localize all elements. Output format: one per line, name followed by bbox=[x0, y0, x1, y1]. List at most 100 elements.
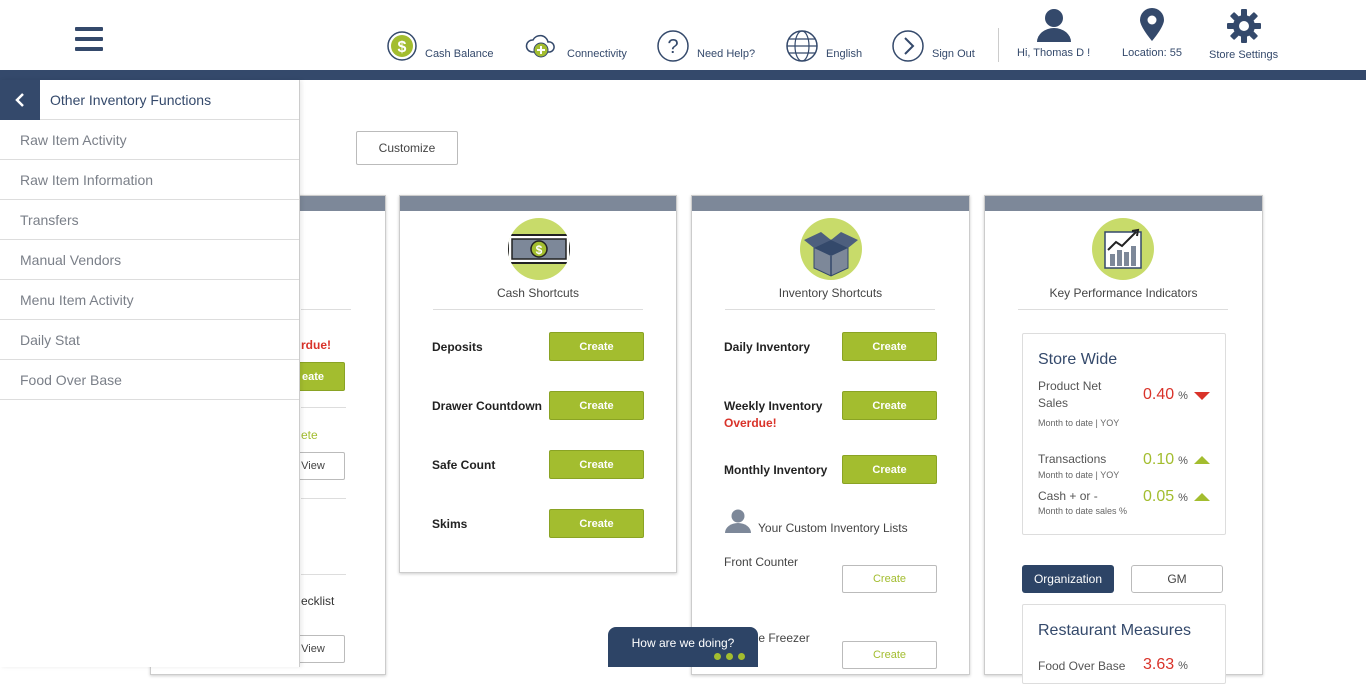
freezer-create-button[interactable]: Create bbox=[842, 641, 937, 669]
feedback-dots-icon bbox=[714, 653, 745, 660]
transactions-sub: Month to date | YOY bbox=[1038, 470, 1120, 480]
store-settings-label: Store Settings bbox=[1209, 49, 1279, 61]
deposits-label: Deposits bbox=[432, 340, 483, 354]
percent-unit: % bbox=[1178, 492, 1188, 504]
location-link[interactable]: Location: 55 bbox=[1122, 8, 1182, 59]
user-icon bbox=[725, 509, 751, 533]
cash-bill-icon: $ bbox=[508, 218, 570, 280]
gm-toggle[interactable]: GM bbox=[1131, 565, 1223, 593]
sign-out-label: Sign Out bbox=[932, 48, 975, 60]
card-separator bbox=[301, 498, 346, 499]
front-counter-create-button[interactable]: Create bbox=[842, 565, 937, 593]
cash-balance-label: Cash Balance bbox=[425, 48, 494, 60]
cash-balance-link[interactable]: $ Cash Balance bbox=[386, 29, 494, 63]
safe-count-create-button[interactable]: Create bbox=[549, 450, 644, 479]
connectivity-link[interactable]: Connectivity bbox=[524, 29, 627, 63]
front-counter-label: Front Counter bbox=[724, 555, 799, 569]
sidebar-item-manual-vendors[interactable]: Manual Vendors bbox=[0, 240, 299, 280]
restaurant-measures-title: Restaurant Measures bbox=[1038, 622, 1191, 639]
sidebar-item-daily-stat[interactable]: Daily Stat bbox=[0, 320, 299, 360]
sidebar-header: Other Inventory Functions bbox=[0, 79, 299, 120]
freezer-label: ide Freezer bbox=[749, 631, 810, 645]
skims-label: Skims bbox=[432, 517, 468, 531]
partial-overdue-text: rdue! bbox=[301, 338, 331, 352]
globe-icon bbox=[786, 30, 818, 62]
monthly-inventory-create-button[interactable]: Create bbox=[842, 455, 937, 484]
feedback-tab[interactable]: How are we doing? bbox=[608, 627, 758, 667]
product-net-sales-sub: Month to date | YOY bbox=[1038, 418, 1120, 428]
store-wide-title: Store Wide bbox=[1038, 351, 1118, 368]
cash-shortcuts-card: $ Cash Shortcuts Deposits Create Drawer … bbox=[399, 195, 677, 573]
sign-out-link[interactable]: Sign Out bbox=[891, 29, 975, 63]
card-cap bbox=[985, 196, 1262, 211]
partial-view-label-2: View bbox=[301, 643, 325, 655]
cash-shortcuts-title: Cash Shortcuts bbox=[496, 286, 580, 300]
restaurant-measures-panel: Restaurant Measures Food Over Base 3.63% bbox=[1022, 604, 1226, 684]
location-label: Location: 55 bbox=[1122, 47, 1182, 59]
card-separator bbox=[725, 309, 935, 310]
weekly-inventory-create-button[interactable]: Create bbox=[842, 391, 937, 420]
svg-text:?: ? bbox=[667, 36, 678, 58]
custom-lists-label: Your Custom Inventory Lists bbox=[758, 521, 908, 535]
cloud-icon bbox=[525, 34, 555, 58]
need-help-label: Need Help? bbox=[697, 48, 756, 60]
user-icon bbox=[1036, 9, 1071, 42]
product-net-sales-label: Product Net Sales bbox=[1038, 379, 1102, 410]
drawer-countdown-create-button[interactable]: Create bbox=[549, 391, 644, 420]
map-pin-icon bbox=[1139, 8, 1164, 41]
transactions-number: 0.10 bbox=[1143, 451, 1175, 468]
hamburger-menu-icon[interactable] bbox=[75, 27, 103, 53]
trend-down-icon bbox=[1194, 392, 1210, 400]
header-accent-bar bbox=[0, 70, 1366, 80]
sidebar-back-button[interactable] bbox=[0, 79, 40, 120]
sidebar-item-raw-item-information[interactable]: Raw Item Information bbox=[0, 160, 299, 200]
cash-plus-minus-value: 0.05% bbox=[1143, 488, 1188, 506]
organization-toggle[interactable]: Organization bbox=[1022, 565, 1114, 593]
daily-inventory-label: Daily Inventory bbox=[724, 340, 811, 354]
card-cap bbox=[400, 196, 676, 211]
card-cap bbox=[692, 196, 969, 211]
sidebar-item-food-over-base[interactable]: Food Over Base bbox=[0, 360, 299, 400]
card-separator bbox=[301, 407, 346, 408]
trend-up-icon bbox=[1194, 493, 1210, 501]
inventory-shortcuts-title: Inventory Shortcuts bbox=[778, 286, 883, 300]
cash-plus-minus-label: Cash + or - bbox=[1038, 489, 1098, 503]
drawer-countdown-label: Drawer Countdown bbox=[432, 399, 542, 413]
chart-trend-icon bbox=[1092, 218, 1154, 280]
sidebar-item-transfers[interactable]: Transfers bbox=[0, 200, 299, 240]
card-separator bbox=[301, 574, 346, 575]
food-over-base-number: 3.63 bbox=[1143, 656, 1175, 673]
sidebar-item-menu-item-activity[interactable]: Menu Item Activity bbox=[0, 280, 299, 320]
kpi-title: Key Performance Indicators bbox=[1049, 286, 1198, 300]
partial-view-label: View bbox=[301, 460, 325, 472]
food-over-base-value: 3.63% bbox=[1143, 656, 1188, 674]
chevron-right-circle-icon bbox=[892, 30, 924, 62]
gear-icon bbox=[1226, 9, 1261, 43]
kpi-card: Key Performance Indicators Store Wide Pr… bbox=[984, 195, 1263, 684]
partial-create-label: eate bbox=[301, 370, 325, 383]
user-profile[interactable]: Hi, Thomas D ! bbox=[1017, 8, 1090, 59]
percent-unit: % bbox=[1178, 660, 1188, 672]
cash-plus-minus-sub: Month to date sales % bbox=[1038, 506, 1128, 516]
customize-button[interactable]: Customize bbox=[356, 131, 458, 165]
percent-unit: % bbox=[1178, 455, 1188, 467]
safe-count-label: Safe Count bbox=[432, 458, 496, 472]
monthly-inventory-label: Monthly Inventory bbox=[724, 463, 828, 477]
svg-text:$: $ bbox=[398, 39, 407, 56]
store-wide-panel: Store Wide Product Net Sales Month to da… bbox=[1022, 333, 1226, 535]
partial-complete-text: ete bbox=[301, 428, 318, 442]
transactions-value: 0.10% bbox=[1143, 451, 1188, 469]
dollar-circle-icon: $ bbox=[387, 31, 417, 61]
inventory-functions-sidebar: Other Inventory Functions Raw Item Activ… bbox=[0, 79, 300, 667]
connectivity-label: Connectivity bbox=[567, 48, 627, 60]
sidebar-item-raw-item-activity[interactable]: Raw Item Activity bbox=[0, 120, 299, 160]
language-link[interactable]: English bbox=[785, 29, 862, 63]
deposits-create-button[interactable]: Create bbox=[549, 332, 644, 361]
store-settings-link[interactable]: Store Settings bbox=[1209, 8, 1278, 61]
need-help-link[interactable]: ? Need Help? bbox=[656, 29, 755, 63]
product-net-sales-value: 0.40% bbox=[1143, 386, 1188, 404]
chevron-left-icon bbox=[15, 92, 24, 107]
trend-up-icon bbox=[1194, 456, 1210, 464]
skims-create-button[interactable]: Create bbox=[549, 509, 644, 538]
daily-inventory-create-button[interactable]: Create bbox=[842, 332, 937, 361]
